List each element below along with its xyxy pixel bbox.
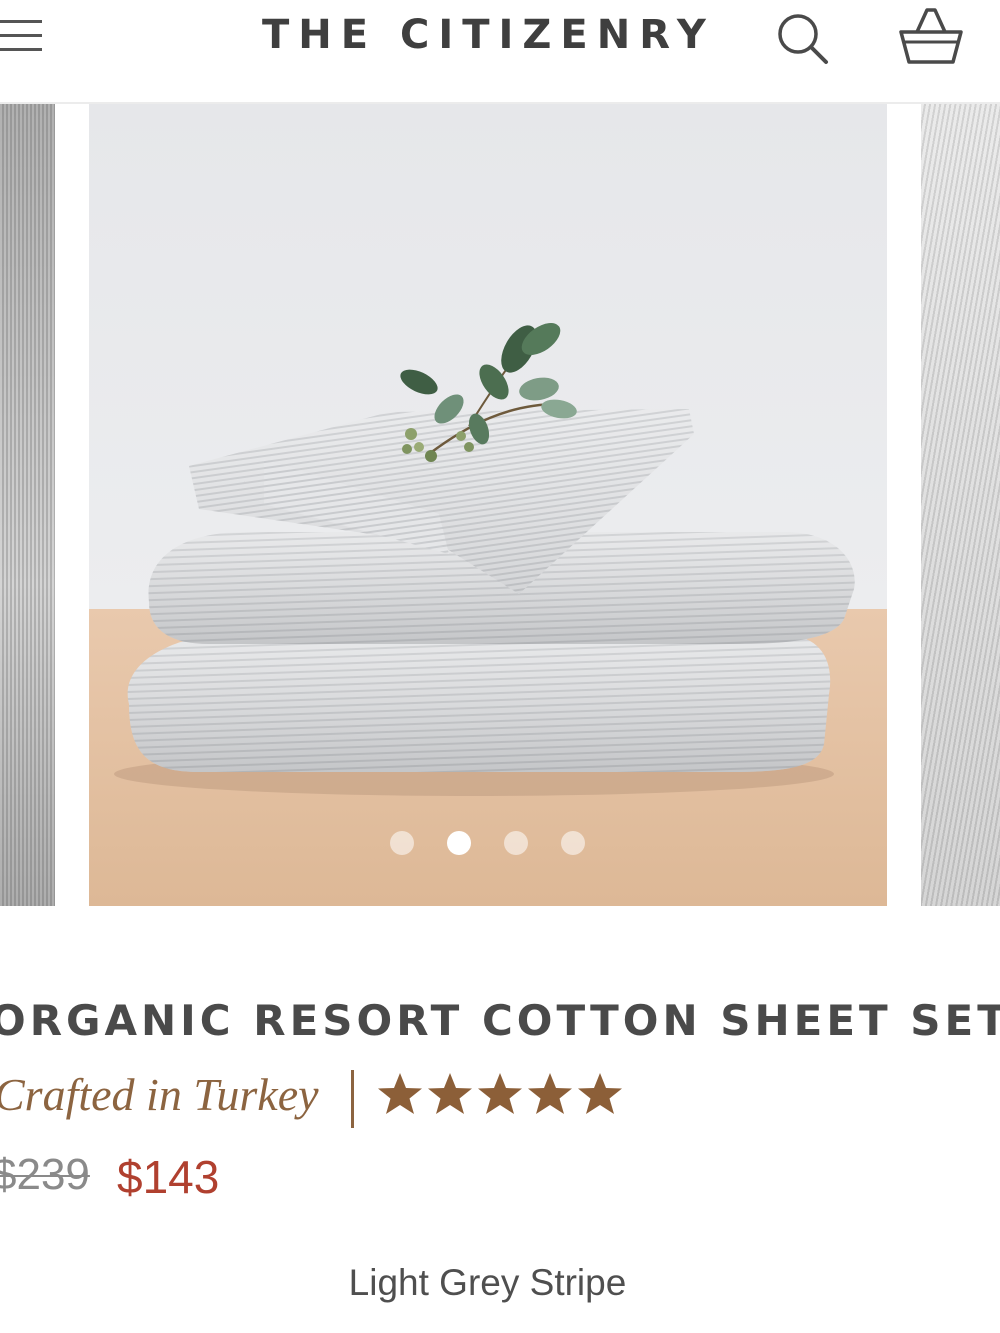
star-icon xyxy=(528,1073,572,1114)
product-origin: Crafted in Turkey xyxy=(0,1069,319,1120)
product-title: ORGANIC RESORT COTTON SHEET SET xyxy=(0,996,1000,1045)
menu-line xyxy=(0,20,42,23)
sale-price: $143 xyxy=(117,1151,220,1203)
current-slide-image[interactable] xyxy=(89,104,887,906)
site-header: THE CITIZENRY xyxy=(0,0,1000,104)
menu-line xyxy=(0,34,42,37)
carousel-pagination xyxy=(390,831,590,857)
star-icon xyxy=(428,1073,472,1114)
basket-icon[interactable] xyxy=(893,4,969,68)
carousel-dot-1[interactable] xyxy=(390,831,414,855)
search-icon[interactable] xyxy=(772,8,832,68)
star-icon xyxy=(378,1073,422,1114)
product-image-carousel[interactable] xyxy=(0,104,1000,906)
hamburger-menu-icon[interactable] xyxy=(0,14,46,56)
menu-line xyxy=(0,48,42,51)
brand-logo[interactable]: THE CITIZENRY xyxy=(262,12,715,58)
carousel-dot-3[interactable] xyxy=(504,831,528,855)
star-icon xyxy=(578,1073,622,1114)
star-rating[interactable] xyxy=(376,1070,626,1120)
carousel-dot-4[interactable] xyxy=(561,831,585,855)
original-price: $239 xyxy=(0,1150,90,1199)
previous-slide-image[interactable] xyxy=(0,104,55,906)
next-slide-image[interactable] xyxy=(921,104,1000,906)
selected-color-name: Light Grey Stripe xyxy=(348,1262,627,1303)
star-icon xyxy=(478,1073,522,1114)
origin-rating-divider xyxy=(351,1070,354,1128)
carousel-dot-2-active[interactable] xyxy=(447,831,471,855)
sheet-stack-illustration xyxy=(114,323,855,796)
